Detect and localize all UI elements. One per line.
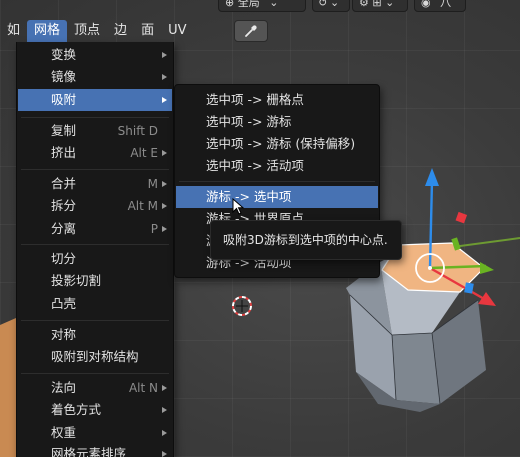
menu-item-shortcut: Alt M [127, 199, 158, 213]
menu-item-label: 分离 [51, 221, 77, 236]
menu-item-label: 着色方式 [51, 402, 102, 417]
menu-item-transform[interactable]: 变换 [18, 44, 172, 66]
snap-item-selection-to-cursor[interactable]: 选中项 -> 游标 [176, 111, 378, 133]
snap-item-selection-to-grid[interactable]: 选中项 -> 栅格点 [176, 89, 378, 111]
menu-item-label: 拆分 [51, 198, 77, 213]
menu-item-convex-hull[interactable]: 凸壳 [18, 293, 172, 315]
chevron-down-icon: ⌄ [385, 0, 395, 9]
menu-item-label: 镜像 [51, 69, 77, 84]
chevron-down-icon: ⌄ [269, 0, 279, 9]
menu-item-extrude[interactable]: 挤出 Alt E [18, 142, 172, 164]
submenu-arrow-icon [162, 451, 167, 457]
submenu-arrow-icon [162, 52, 167, 58]
menu-separator [21, 169, 169, 170]
menu-item-shortcut: P [150, 222, 158, 236]
menu-item-label: 变换 [51, 47, 77, 62]
menu-separator [21, 117, 169, 118]
proportional-editing-toggle[interactable]: ◉ 八 [414, 0, 466, 12]
menu-edge[interactable]: 边 [107, 20, 134, 42]
snap-item-selection-to-cursor-offset[interactable]: 选中项 -> 游标 (保持偏移) [176, 133, 378, 155]
menubar: 如 网格 顶点 边 面 UV [0, 20, 194, 42]
snap-item-cursor-to-selected[interactable]: 游标 -> 选中项 [176, 186, 378, 208]
submenu-arrow-icon [162, 74, 167, 80]
menu-separator [179, 181, 375, 182]
menu-item-label: 合并 [51, 176, 77, 191]
submenu-arrow-icon [162, 97, 167, 103]
eyedropper-button[interactable] [234, 20, 268, 42]
submenu-arrow-icon [162, 430, 167, 436]
menu-mesh[interactable]: 网格 [27, 20, 68, 42]
menu-item-label: 复制 [51, 123, 77, 138]
submenu-arrow-icon [162, 150, 167, 156]
tooltip: 吸附3D游标到选中项的中心点. [210, 220, 402, 260]
menu-item-split[interactable]: 拆分 Alt M [18, 195, 172, 217]
pivot-select[interactable]: ⊕ 全局 ⌄ [218, 0, 306, 12]
menu-item-bisect[interactable]: 切分 [18, 248, 172, 270]
menu-item-label: 投影切割 [51, 273, 102, 288]
snap-grid-icon: ⚙ ⊞ [359, 0, 382, 9]
submenu-arrow-icon [162, 181, 167, 187]
menu-item-sort-elements[interactable]: 网格元素排序 [18, 443, 172, 457]
submenu-arrow-icon [162, 226, 167, 232]
menu-item-label: 凸壳 [51, 296, 77, 311]
menu-item-label: 挤出 [51, 145, 77, 160]
overlay-label: 八 [440, 0, 452, 9]
eyedropper-icon [245, 25, 257, 37]
menu-item-shading[interactable]: 着色方式 [18, 399, 172, 421]
menu-item-weights[interactable]: 权重 [18, 422, 172, 444]
menu-add[interactable]: 如 [0, 20, 27, 42]
menu-item-snap-to-symmetry[interactable]: 吸附到对称结构 [18, 346, 172, 368]
snap-target-select[interactable]: ⚙ ⊞ ⌄ [352, 0, 408, 12]
tooltip-text: 吸附3D游标到选中项的中心点. [223, 233, 388, 247]
mouse-pointer-icon [232, 198, 245, 215]
menu-item-snap[interactable]: 吸附 [18, 89, 172, 111]
menu-item-label: 对称 [51, 327, 77, 342]
menu-item-shortcut: Alt N [128, 381, 158, 395]
submenu-arrow-icon [162, 407, 167, 413]
pivot-select-label: 全局 [237, 0, 260, 9]
menu-item-label: 吸附到对称结构 [51, 349, 139, 364]
globe-icon: ⊕ [225, 0, 235, 9]
menu-separator [21, 244, 169, 245]
menu-item-label: 切分 [51, 251, 77, 266]
menu-item-duplicate[interactable]: 复制 Shift D [18, 120, 172, 142]
menu-item-mirror[interactable]: 镜像 [18, 66, 172, 88]
menu-item-shortcut: M [147, 177, 158, 191]
menu-item-shortcut: Shift D [117, 124, 158, 138]
proportional-editing-icon: ◉ [421, 0, 431, 9]
mesh-dropdown-menu: 变换 镜像 吸附 复制 Shift D 挤出 Alt E 合并 M 拆分 Alt… [16, 42, 174, 457]
submenu-arrow-icon [162, 385, 167, 391]
menu-item-label: 权重 [51, 425, 77, 440]
menu-item-knife-project[interactable]: 投影切割 [18, 270, 172, 292]
menu-item-shortcut: Alt E [130, 146, 158, 160]
submenu-arrow-icon [162, 203, 167, 209]
menu-item-normals[interactable]: 法向 Alt N [18, 377, 172, 399]
chevron-down-icon: ⌄ [330, 0, 340, 9]
menu-uv[interactable]: UV [161, 20, 193, 42]
snap-magnet-icon: ⥀ [319, 0, 327, 9]
menu-item-merge[interactable]: 合并 M [18, 173, 172, 195]
menu-separator [21, 320, 169, 321]
menu-separator [21, 373, 169, 374]
snap-item-selection-to-active[interactable]: 选中项 -> 活动项 [176, 155, 378, 177]
orange-object-left [0, 318, 16, 457]
menu-item-separate[interactable]: 分离 P [18, 218, 172, 240]
menu-item-label: 吸附 [51, 92, 77, 107]
menu-face[interactable]: 面 [134, 20, 161, 42]
snap-toggle[interactable]: ⥀ ⌄ [312, 0, 350, 12]
menu-item-label: 网格元素排序 [51, 446, 127, 457]
3d-cursor-icon [232, 296, 252, 316]
menu-item-symmetrize[interactable]: 对称 [18, 324, 172, 346]
menu-item-label: 法向 [51, 380, 77, 395]
menu-vertex[interactable]: 顶点 [67, 20, 107, 42]
